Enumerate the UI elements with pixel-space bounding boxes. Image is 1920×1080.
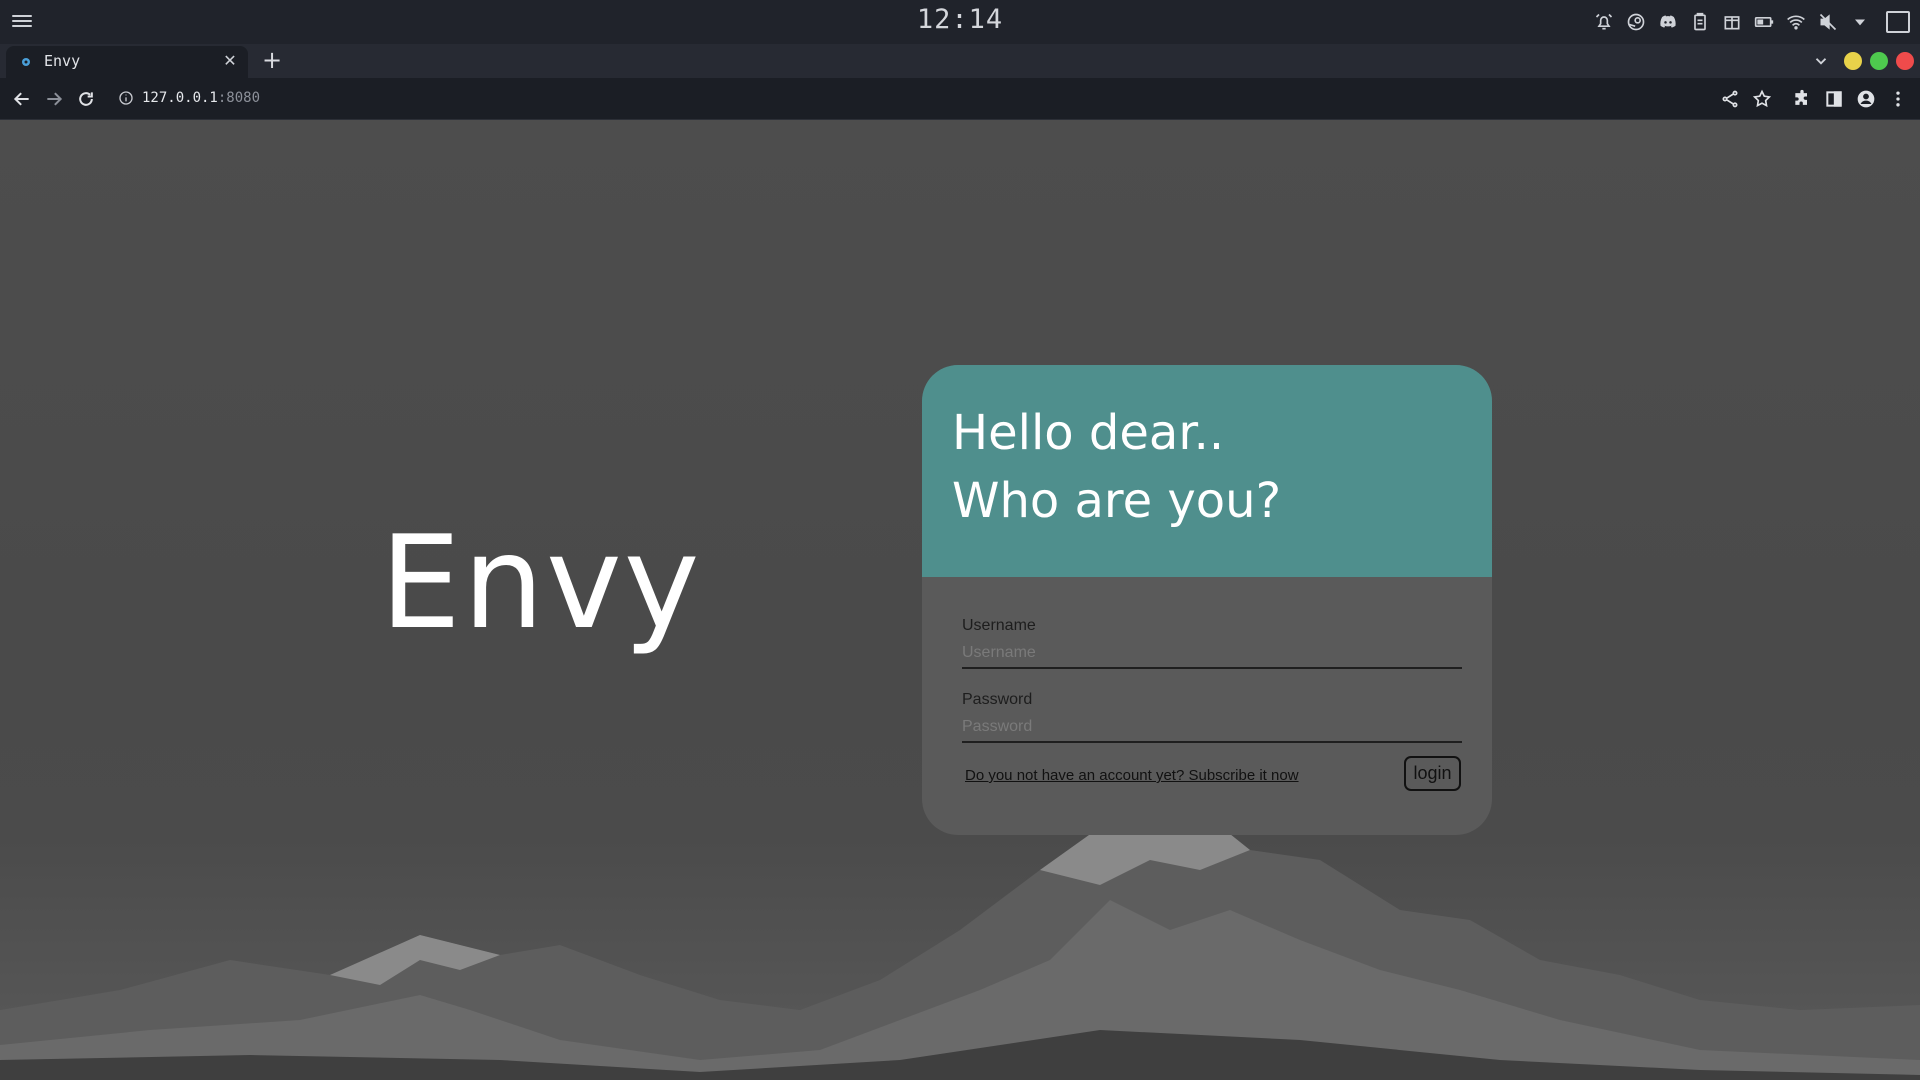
new-tab-button[interactable]: + <box>260 48 284 72</box>
steam-icon[interactable] <box>1624 10 1648 34</box>
battery-icon[interactable] <box>1752 10 1776 34</box>
greeting-line-2: Who are you? <box>952 473 1282 529</box>
url-port: :8080 <box>217 90 261 106</box>
page-content: Envy Hello dear.. Who are you? Username … <box>0 120 1920 1080</box>
login-card: Hello dear.. Who are you? Username Passw… <box>922 365 1492 835</box>
back-icon[interactable] <box>10 87 34 111</box>
profile-avatar-icon[interactable] <box>1854 87 1878 111</box>
volume-muted-icon[interactable] <box>1816 10 1840 34</box>
login-button[interactable]: login <box>1404 756 1461 791</box>
brand-logo-text: Envy <box>380 509 702 658</box>
gear-icon <box>22 58 30 66</box>
subscribe-link[interactable]: Do you not have an account yet? Subscrib… <box>965 767 1299 784</box>
reload-icon[interactable] <box>74 87 98 111</box>
system-tray <box>1592 8 1910 36</box>
address-bar[interactable]: 127.0.0.1:8080 <box>142 90 260 106</box>
password-label: Password <box>962 691 1033 708</box>
chevron-down-icon[interactable] <box>1812 52 1830 70</box>
username-label: Username <box>962 617 1036 634</box>
alarm-icon[interactable] <box>1592 10 1616 34</box>
screen-icon[interactable] <box>1886 11 1910 33</box>
browser-tab-strip: Envy ✕ + <box>0 44 1920 78</box>
info-icon[interactable] <box>118 90 134 106</box>
login-card-header: Hello dear.. Who are you? <box>922 365 1492 577</box>
kebab-menu-icon[interactable] <box>1886 87 1910 111</box>
url-host: 127.0.0.1 <box>142 90 218 106</box>
window-close-button[interactable] <box>1896 52 1914 70</box>
clipboard-icon[interactable] <box>1688 10 1712 34</box>
minimize-button[interactable] <box>1844 52 1862 70</box>
extensions-icon[interactable] <box>1790 87 1814 111</box>
discord-icon[interactable] <box>1656 10 1680 34</box>
tab-title: Envy <box>44 52 81 70</box>
greeting-line-1: Hello dear.. <box>952 405 1225 461</box>
forward-icon[interactable] <box>42 87 66 111</box>
os-top-bar: 12:14 <box>0 0 1920 44</box>
maximize-button[interactable] <box>1870 52 1888 70</box>
browser-tab[interactable]: Envy ✕ <box>6 46 248 78</box>
wifi-icon[interactable] <box>1784 10 1808 34</box>
browser-toolbar: 127.0.0.1:8080 <box>0 78 1920 120</box>
bookmark-star-icon[interactable] <box>1750 87 1774 111</box>
dropdown-arrow-icon[interactable] <box>1848 10 1872 34</box>
username-input[interactable] <box>962 639 1462 669</box>
side-panel-icon[interactable] <box>1822 87 1846 111</box>
close-icon[interactable]: ✕ <box>222 53 238 69</box>
password-input[interactable] <box>962 713 1462 743</box>
package-icon[interactable] <box>1720 10 1744 34</box>
share-icon[interactable] <box>1718 87 1742 111</box>
